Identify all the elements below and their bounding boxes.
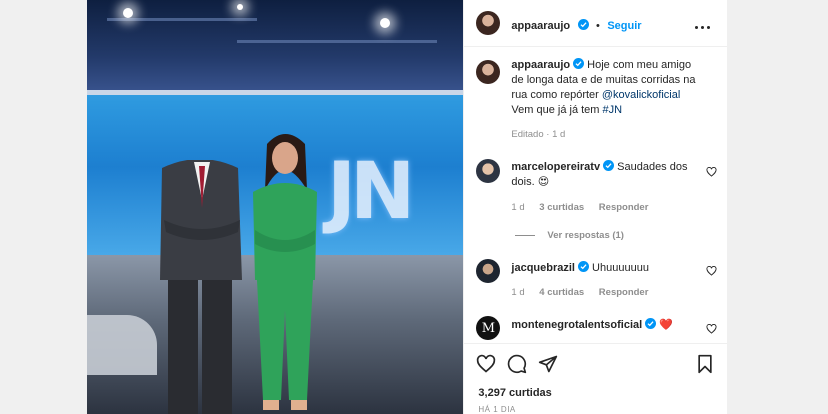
comment-text: ❤️ bbox=[659, 319, 673, 331]
studio-desk bbox=[87, 315, 157, 375]
comment-username[interactable]: marcelopereiratv bbox=[511, 161, 600, 173]
jn-logo: JN bbox=[327, 147, 415, 237]
author-username[interactable]: appaaraujo bbox=[511, 20, 570, 32]
hashtag-link[interactable]: #JN bbox=[603, 104, 623, 116]
comment-item: jacquebrazil Uhuuuuuuu bbox=[511, 261, 701, 276]
comment-heart-icon[interactable] bbox=[706, 324, 717, 334]
studio-light bbox=[123, 8, 133, 18]
studio-light bbox=[380, 18, 390, 28]
view-replies-label: Ver respostas (1) bbox=[547, 230, 624, 241]
post-side-panel: appaaraujo • Seguir appaaraujo Hoje com … bbox=[463, 0, 727, 414]
ceiling-truss bbox=[237, 40, 437, 43]
comment-heart-icon[interactable] bbox=[706, 266, 717, 276]
verified-icon bbox=[645, 318, 657, 329]
post-header: appaaraujo • Seguir bbox=[464, 0, 727, 47]
verified-icon bbox=[573, 58, 585, 69]
comment-text: dois. 😍 bbox=[511, 176, 550, 188]
studio-ceiling bbox=[87, 0, 464, 95]
separator-dot: • bbox=[596, 20, 600, 32]
comment-item: marcelopereiratv Saudades dos dois. 😍 bbox=[511, 160, 701, 190]
verified-icon bbox=[603, 160, 615, 171]
edited-label: Editado · 1 d bbox=[511, 129, 566, 140]
comment-item: montenegrotalentsoficial ❤️ bbox=[511, 318, 711, 333]
comment-heart-icon[interactable] bbox=[706, 167, 717, 177]
heart-icon[interactable] bbox=[476, 354, 496, 374]
author-row: appaaraujo • Seguir bbox=[511, 16, 642, 34]
post-timestamp: HÁ 1 DIA bbox=[478, 405, 516, 414]
man-figure bbox=[160, 160, 242, 414]
share-icon[interactable] bbox=[538, 354, 558, 374]
studio-light bbox=[237, 4, 243, 10]
author-avatar[interactable] bbox=[476, 11, 501, 35]
caption-line: Vem que já já tem bbox=[511, 104, 603, 116]
reply-button[interactable]: Responder bbox=[599, 287, 649, 298]
comment-meta: 1 d 4 curtidas Responder bbox=[511, 287, 648, 298]
mention-link[interactable]: @kovalickoficial bbox=[602, 89, 680, 101]
comment-avatar[interactable]: M bbox=[476, 316, 501, 340]
comment-username[interactable]: montenegrotalentsoficial bbox=[511, 319, 642, 331]
replies-divider bbox=[515, 234, 536, 236]
comment-avatar[interactable] bbox=[476, 259, 501, 283]
caption: appaaraujo Hoje com meu amigo de longa d… bbox=[511, 58, 716, 118]
action-bar bbox=[464, 343, 727, 384]
caption-line: de longa data e de muitas corridas na bbox=[511, 74, 696, 86]
caption-line: rua como repórter bbox=[511, 89, 602, 101]
comment-likes[interactable]: 3 curtidas bbox=[539, 202, 584, 213]
caption-username[interactable]: appaaraujo bbox=[511, 59, 570, 71]
view-replies-button[interactable]: Ver respostas (1) bbox=[515, 230, 624, 241]
comment-likes[interactable]: 4 curtidas bbox=[539, 287, 584, 298]
verified-icon bbox=[577, 19, 589, 30]
follow-button[interactable]: Seguir bbox=[607, 20, 641, 32]
caption-line: Hoje com meu amigo bbox=[587, 59, 692, 71]
comment-text: Uhuuuuuuu bbox=[592, 262, 649, 274]
instagram-post: JN appaaraujo • Seguir appaaraujo Hoje c… bbox=[87, 0, 727, 414]
comment-time: 1 d bbox=[511, 202, 525, 213]
bookmark-icon[interactable] bbox=[695, 354, 715, 374]
post-photo[interactable]: JN bbox=[87, 0, 464, 414]
comment-icon[interactable] bbox=[507, 354, 527, 374]
ceiling-truss bbox=[107, 18, 257, 21]
comment-username[interactable]: jacquebrazil bbox=[511, 262, 575, 274]
woman-figure bbox=[253, 134, 317, 410]
more-icon[interactable] bbox=[695, 16, 713, 29]
reply-button[interactable]: Responder bbox=[599, 202, 649, 213]
comment-time: 1 d bbox=[511, 287, 525, 298]
comment-avatar[interactable] bbox=[476, 159, 501, 183]
likes-count[interactable]: 3,297 curtidas bbox=[478, 387, 551, 399]
verified-icon bbox=[577, 261, 589, 272]
comment-text: Saudades dos bbox=[617, 161, 688, 173]
caption-avatar[interactable] bbox=[476, 60, 501, 84]
avatar-letter: M bbox=[481, 320, 496, 336]
comment-meta: 1 d 3 curtidas Responder bbox=[511, 202, 648, 213]
